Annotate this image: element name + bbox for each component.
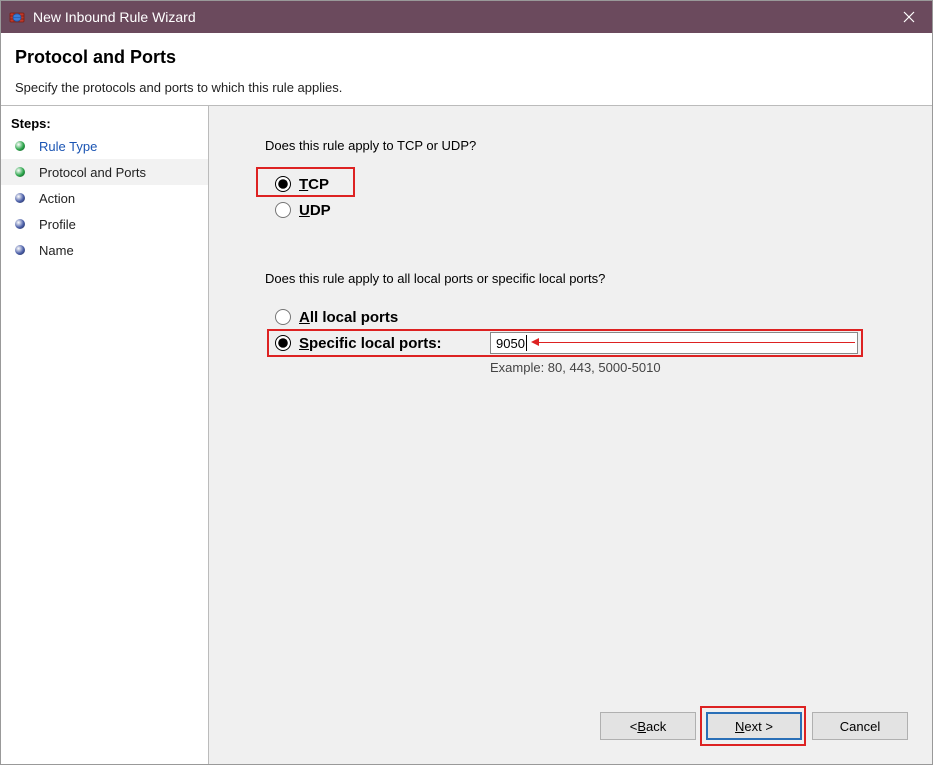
close-button[interactable]: [886, 1, 932, 33]
back-button[interactable]: < Back: [600, 712, 696, 740]
steps-sidebar: Steps: Rule Type Protocol and Ports Action…: [1, 106, 209, 764]
ports-radio-group: All local ports Specific local ports: Ex…: [265, 304, 904, 375]
all-ports-radio[interactable]: [275, 309, 291, 325]
step-label: Name: [39, 243, 74, 258]
protocol-question: Does this rule apply to TCP or UDP?: [265, 138, 904, 153]
port-input[interactable]: [490, 332, 858, 354]
titlebar: New Inbound Rule Wizard: [1, 1, 932, 33]
specific-ports-radio[interactable]: [275, 335, 291, 351]
step-bullet-icon: [15, 193, 25, 203]
protocol-radio-group: TCP UDP: [265, 171, 904, 223]
step-label: Action: [39, 191, 75, 206]
text-caret: [526, 335, 527, 351]
step-bullet-icon: [15, 167, 25, 177]
udp-label: UDP: [299, 202, 331, 219]
ports-question: Does this rule apply to all local ports …: [265, 271, 904, 286]
step-label: Protocol and Ports: [39, 165, 146, 180]
step-bullet-icon: [15, 219, 25, 229]
specific-ports-label: Specific local ports:: [299, 335, 442, 352]
step-bullet-icon: [15, 141, 25, 151]
tcp-label: TCP: [299, 176, 329, 193]
wizard-content: Does this rule apply to TCP or UDP? TCP …: [209, 106, 932, 764]
wizard-body: Steps: Rule Type Protocol and Ports Action…: [1, 106, 932, 764]
tcp-radio-item[interactable]: TCP: [275, 171, 904, 197]
tcp-radio[interactable]: [275, 176, 291, 192]
udp-radio[interactable]: [275, 202, 291, 218]
page-title: Protocol and Ports: [15, 47, 918, 68]
step-item-rule-type[interactable]: Rule Type: [1, 133, 208, 159]
next-button[interactable]: Next >: [706, 712, 802, 740]
all-ports-label: All local ports: [299, 309, 398, 326]
firewall-icon: [9, 9, 25, 25]
wizard-header: Protocol and Ports Specify the protocols…: [1, 33, 932, 106]
cancel-button[interactable]: Cancel: [812, 712, 908, 740]
step-bullet-icon: [15, 245, 25, 255]
step-label: Profile: [39, 217, 76, 232]
window-title: New Inbound Rule Wizard: [33, 9, 886, 25]
step-label: Rule Type: [39, 139, 97, 154]
page-subtitle: Specify the protocols and ports to which…: [15, 80, 918, 95]
udp-radio-item[interactable]: UDP: [275, 197, 904, 223]
all-ports-radio-item[interactable]: All local ports: [265, 304, 904, 330]
step-item-profile: Profile: [1, 211, 208, 237]
wizard-buttons: < Back Next > Cancel: [600, 712, 908, 740]
specific-ports-radio-item[interactable]: Specific local ports:: [275, 330, 490, 356]
steps-heading: Steps:: [1, 112, 208, 133]
wizard-dialog: New Inbound Rule Wizard Protocol and Por…: [0, 0, 933, 765]
step-item-protocol-and-ports: Protocol and Ports: [1, 159, 208, 185]
ports-example: Example: 80, 443, 5000-5010: [490, 356, 904, 375]
step-item-action: Action: [1, 185, 208, 211]
specific-ports-row: Specific local ports:: [265, 330, 904, 356]
step-item-name: Name: [1, 237, 208, 263]
